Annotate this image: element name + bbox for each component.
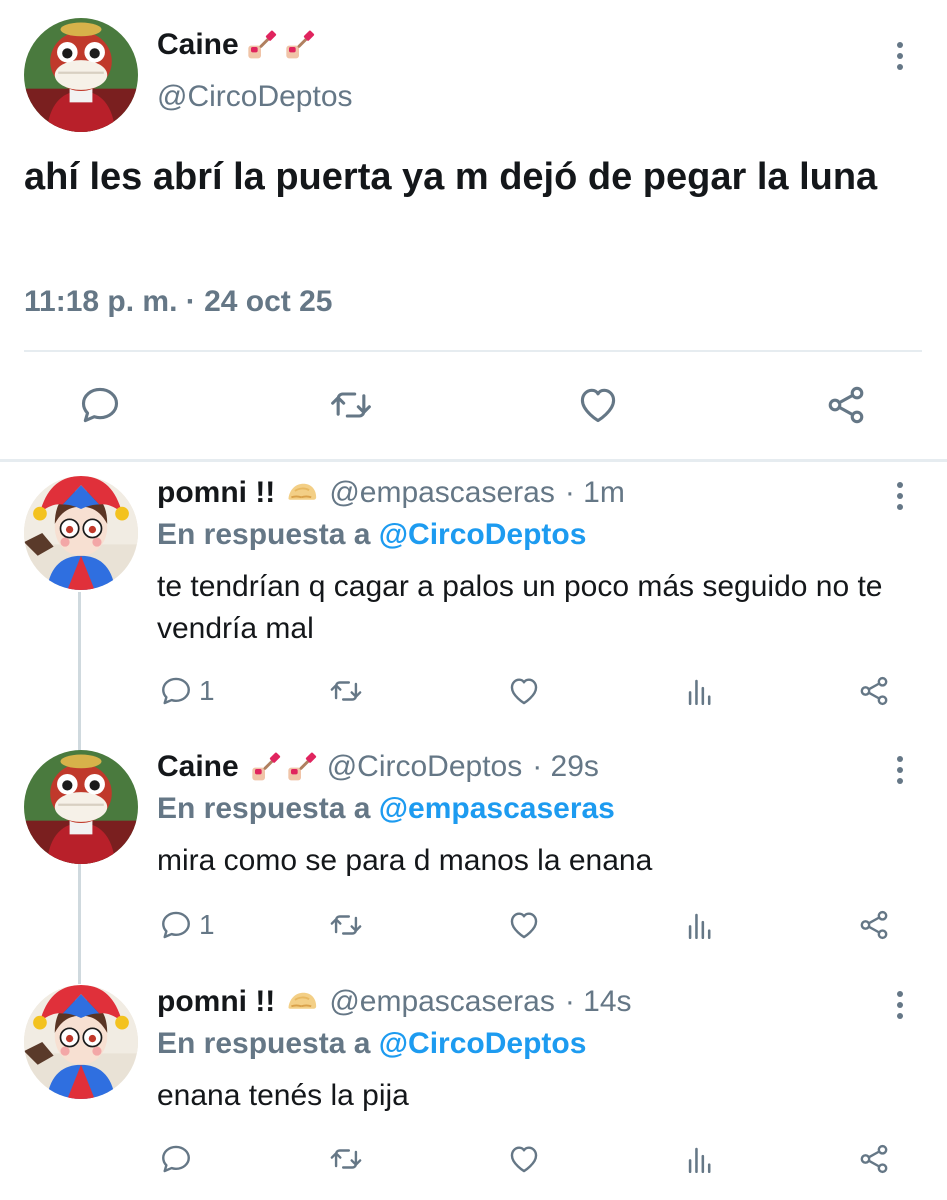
reply-button[interactable]: 1 bbox=[159, 908, 215, 942]
in-reply-to: En respuesta a @empascaseras bbox=[157, 792, 615, 826]
like-icon[interactable] bbox=[507, 908, 541, 942]
in-reply-prefix: En respuesta a bbox=[157, 518, 371, 551]
in-reply-prefix: En respuesta a bbox=[157, 792, 371, 825]
analytics-icon[interactable] bbox=[683, 908, 717, 942]
reply-actions: 1 bbox=[157, 908, 917, 948]
author-name-text: Caine bbox=[157, 28, 239, 61]
reply-icon bbox=[159, 908, 193, 942]
nail-polish-icon bbox=[245, 29, 277, 61]
reply-count: 1 bbox=[199, 675, 215, 706]
in-reply-prefix: En respuesta a bbox=[157, 1027, 371, 1060]
reply-count: 1 bbox=[199, 909, 215, 940]
author-handle[interactable]: @CircoDeptos bbox=[157, 80, 353, 114]
nail-polish-emoji bbox=[249, 751, 317, 783]
author-handle[interactable]: @empascaseras bbox=[329, 476, 555, 510]
nail-polish-icon bbox=[249, 751, 281, 783]
reply-icon bbox=[159, 1142, 193, 1176]
like-icon[interactable] bbox=[507, 674, 541, 708]
mention-link[interactable]: @empascaseras bbox=[379, 792, 615, 825]
share-icon[interactable] bbox=[857, 1142, 891, 1176]
reply-time: · 1m bbox=[564, 476, 625, 509]
retweet-icon[interactable] bbox=[329, 674, 363, 708]
nail-polish-icon bbox=[285, 751, 317, 783]
analytics-icon[interactable] bbox=[683, 1142, 717, 1176]
avatar[interactable] bbox=[24, 476, 138, 590]
avatar[interactable] bbox=[24, 18, 138, 132]
divider bbox=[24, 350, 922, 352]
tweet-text: ahí les abrí la puerta ya m dejó de pega… bbox=[24, 156, 878, 198]
in-reply-to: En respuesta a @CircoDeptos bbox=[157, 1027, 586, 1061]
mention-link[interactable]: @CircoDeptos bbox=[379, 518, 587, 551]
section-separator bbox=[0, 459, 947, 462]
main-tweet: Caine @CircoDeptos ahí les abrí la puert… bbox=[0, 0, 947, 462]
reply-text: te tendrían q cagar a palos un poco más … bbox=[157, 570, 883, 645]
author-handle[interactable]: @empascaseras bbox=[329, 985, 555, 1019]
reply-icon bbox=[159, 674, 193, 708]
reply-actions bbox=[157, 1142, 917, 1182]
reply-header: pomni !! @empascaseras · 1m bbox=[157, 476, 625, 510]
more-options-icon[interactable] bbox=[894, 42, 906, 70]
reply-time: · 14s bbox=[564, 985, 632, 1018]
avatar[interactable] bbox=[24, 985, 138, 1099]
mention-link[interactable]: @CircoDeptos bbox=[379, 1027, 587, 1060]
reply-tweet[interactable]: pomni !! @empascaseras · 14s En respuest… bbox=[0, 985, 947, 1200]
reply-tweet[interactable]: pomni !! @empascaseras · 1m En respuesta… bbox=[0, 476, 947, 736]
reply-button[interactable]: 1 bbox=[159, 674, 215, 708]
empanada-icon bbox=[285, 476, 319, 510]
like-icon[interactable] bbox=[576, 383, 620, 427]
reply-header: Caine @CircoDeptos · 29s bbox=[157, 750, 599, 784]
empanada-icon bbox=[285, 985, 319, 1019]
in-reply-to: En respuesta a @CircoDeptos bbox=[157, 518, 586, 552]
author-name[interactable]: pomni !! bbox=[157, 985, 275, 1019]
reply-icon[interactable] bbox=[78, 383, 122, 427]
reply-time: · 29s bbox=[532, 750, 599, 783]
more-options-icon[interactable] bbox=[894, 756, 906, 784]
reply-header: pomni !! @empascaseras · 14s bbox=[157, 985, 632, 1019]
share-icon[interactable] bbox=[857, 908, 891, 942]
share-icon[interactable] bbox=[824, 383, 868, 427]
retweet-icon[interactable] bbox=[329, 383, 373, 427]
author-name[interactable]: Caine bbox=[157, 28, 315, 62]
author-name[interactable]: pomni !! bbox=[157, 476, 275, 510]
more-options-icon[interactable] bbox=[894, 482, 906, 510]
retweet-icon[interactable] bbox=[329, 1142, 363, 1176]
more-options-icon[interactable] bbox=[894, 991, 906, 1019]
reply-text: enana tenés la pija bbox=[157, 1079, 409, 1112]
reply-actions: 1 bbox=[157, 674, 917, 714]
retweet-icon[interactable] bbox=[329, 908, 363, 942]
reply-button[interactable] bbox=[159, 1142, 199, 1176]
author-name[interactable]: Caine bbox=[157, 750, 239, 784]
nail-polish-icon bbox=[283, 29, 315, 61]
reply-text: mira como se para d manos la enana bbox=[157, 844, 653, 877]
author-handle[interactable]: @CircoDeptos bbox=[327, 750, 523, 784]
avatar[interactable] bbox=[24, 750, 138, 864]
like-icon[interactable] bbox=[507, 1142, 541, 1176]
analytics-icon[interactable] bbox=[683, 674, 717, 708]
tweet-timestamp[interactable]: 11:18 p. m. · 24 oct 25 bbox=[24, 285, 332, 319]
reply-tweet[interactable]: Caine @CircoDeptos · 29s En respuesta a … bbox=[0, 750, 947, 970]
share-icon[interactable] bbox=[857, 674, 891, 708]
